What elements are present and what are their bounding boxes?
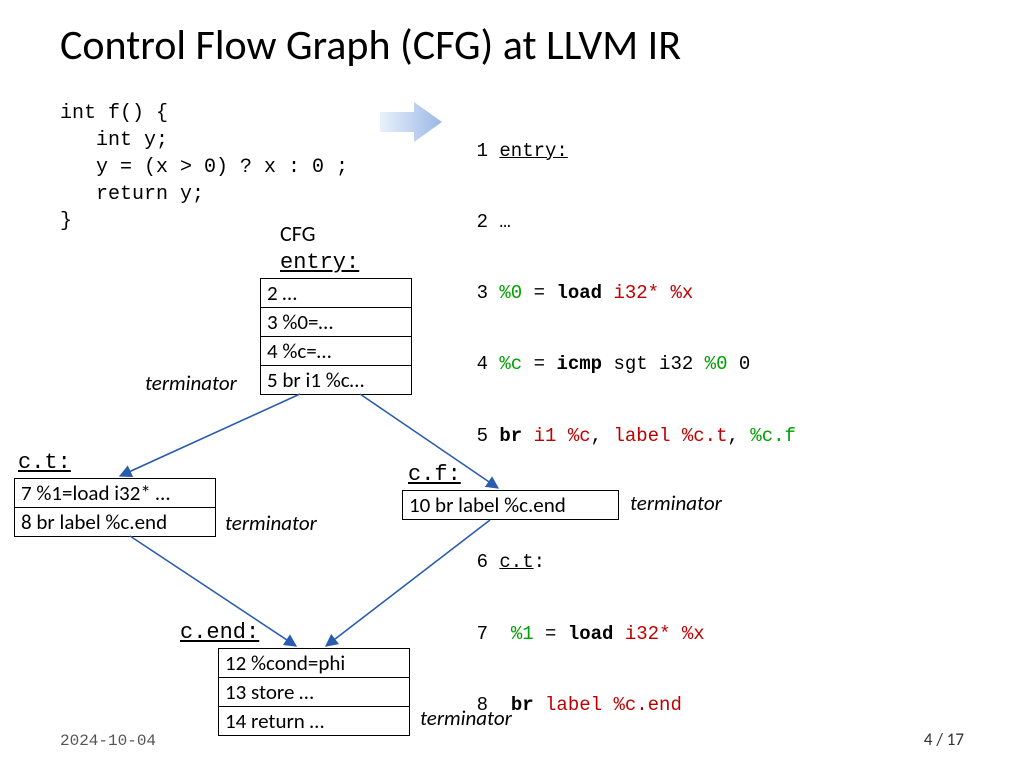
block-ct: 7 %1=load i32* … 8 br label %c.end — [14, 478, 216, 537]
block-cend: 12 %cond=phi 13 store … 14 return … — [218, 648, 410, 736]
cfg-heading: CFG — [280, 220, 316, 247]
ir-line-7: 7 %1 = load i32* %x — [462, 623, 899, 647]
terminator-label-cend: terminator — [420, 705, 512, 731]
ir-line-1: 1 entry: — [462, 140, 899, 164]
block-cend-row: 13 store … — [219, 678, 409, 707]
slide: Control Flow Graph (CFG) at LLVM IR int … — [0, 0, 1024, 768]
block-entry-row: 5 br i1 %c… — [261, 366, 411, 394]
footer-page: 4 / 17 — [924, 729, 964, 750]
ir-line-3: 3 %0 = load i32* %x — [462, 282, 899, 306]
ir-line-4: 4 %c = icmp sgt i32 %0 0 — [462, 353, 899, 377]
terminator-label-entry: terminator — [145, 370, 237, 396]
block-cf: 10 br label %c.end — [402, 490, 619, 520]
block-entry-row: 3 %0=… — [261, 308, 411, 337]
block-label-cf: c.f: — [408, 462, 461, 487]
terminator-label-ct: terminator — [225, 510, 317, 536]
block-cend-row: 14 return … — [219, 707, 409, 735]
block-entry-row: 4 %c=… — [261, 337, 411, 366]
c-source-code: int f() { int y; y = (x > 0) ? x : 0 ; r… — [60, 100, 348, 235]
slide-title: Control Flow Graph (CFG) at LLVM IR — [60, 20, 681, 71]
arrow-right-icon — [380, 100, 444, 149]
terminator-label-cf: terminator — [630, 490, 722, 516]
llvm-ir-listing: 1 entry: 2 … 3 %0 = load i32* %x 4 %c = … — [462, 92, 899, 768]
ir-line-8: 8 br label %c.end — [462, 694, 899, 718]
ir-line-6: 6 c.t: — [462, 551, 899, 575]
footer-date: 2024-10-04 — [60, 732, 156, 750]
block-ct-row: 8 br label %c.end — [15, 508, 215, 536]
ir-line-5: 5 br i1 %c, label %c.t, %c.f — [462, 425, 899, 449]
block-cend-row: 12 %cond=phi — [219, 649, 409, 678]
block-entry: 2 … 3 %0=… 4 %c=… 5 br i1 %c… — [260, 278, 412, 395]
ir-line-2: 2 … — [462, 211, 899, 235]
block-label-ct: c.t: — [18, 450, 71, 475]
block-label-entry: entry: — [280, 250, 359, 275]
block-label-cend: c.end: — [180, 620, 259, 645]
block-cf-row: 10 br label %c.end — [403, 491, 618, 519]
block-ct-row: 7 %1=load i32* … — [15, 479, 215, 508]
block-entry-row: 2 … — [261, 279, 411, 308]
